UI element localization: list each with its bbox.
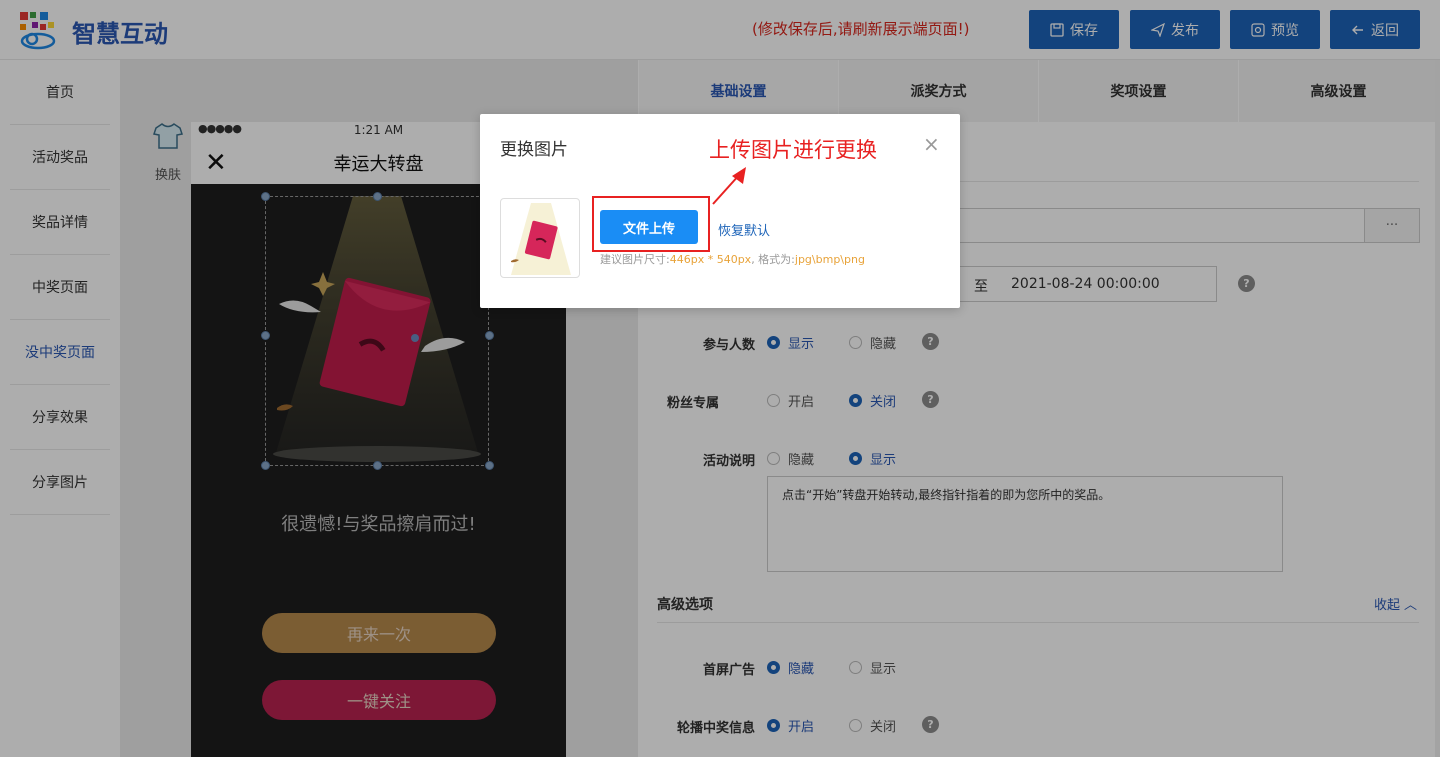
highlight-frame [592, 196, 710, 252]
hint-prefix: 建议图片尺寸: [600, 253, 670, 266]
image-thumbnail [500, 198, 580, 278]
close-icon[interactable]: × [923, 132, 940, 156]
red-envelope-thumbnail-icon [511, 203, 571, 275]
annotation-text: 上传图片进行更换 [709, 138, 877, 162]
hint-size: 446px * 540px [669, 253, 752, 266]
upload-hint: 建议图片尺寸:446px * 540px, 格式为:jpg\bmp\png [600, 251, 865, 267]
restore-default-link[interactable]: 恢复默认 [718, 220, 770, 239]
hint-mid: , 格式为: [751, 253, 795, 266]
change-image-dialog: 更换图片 × 上传图片进行更换 文件上传 恢复默认 建议图片尺寸:446px *… [480, 114, 960, 308]
dialog-title: 更换图片 [500, 140, 568, 160]
annotation-arrow-icon [712, 167, 746, 205]
hint-formats: jpg\bmp\png [794, 253, 865, 266]
